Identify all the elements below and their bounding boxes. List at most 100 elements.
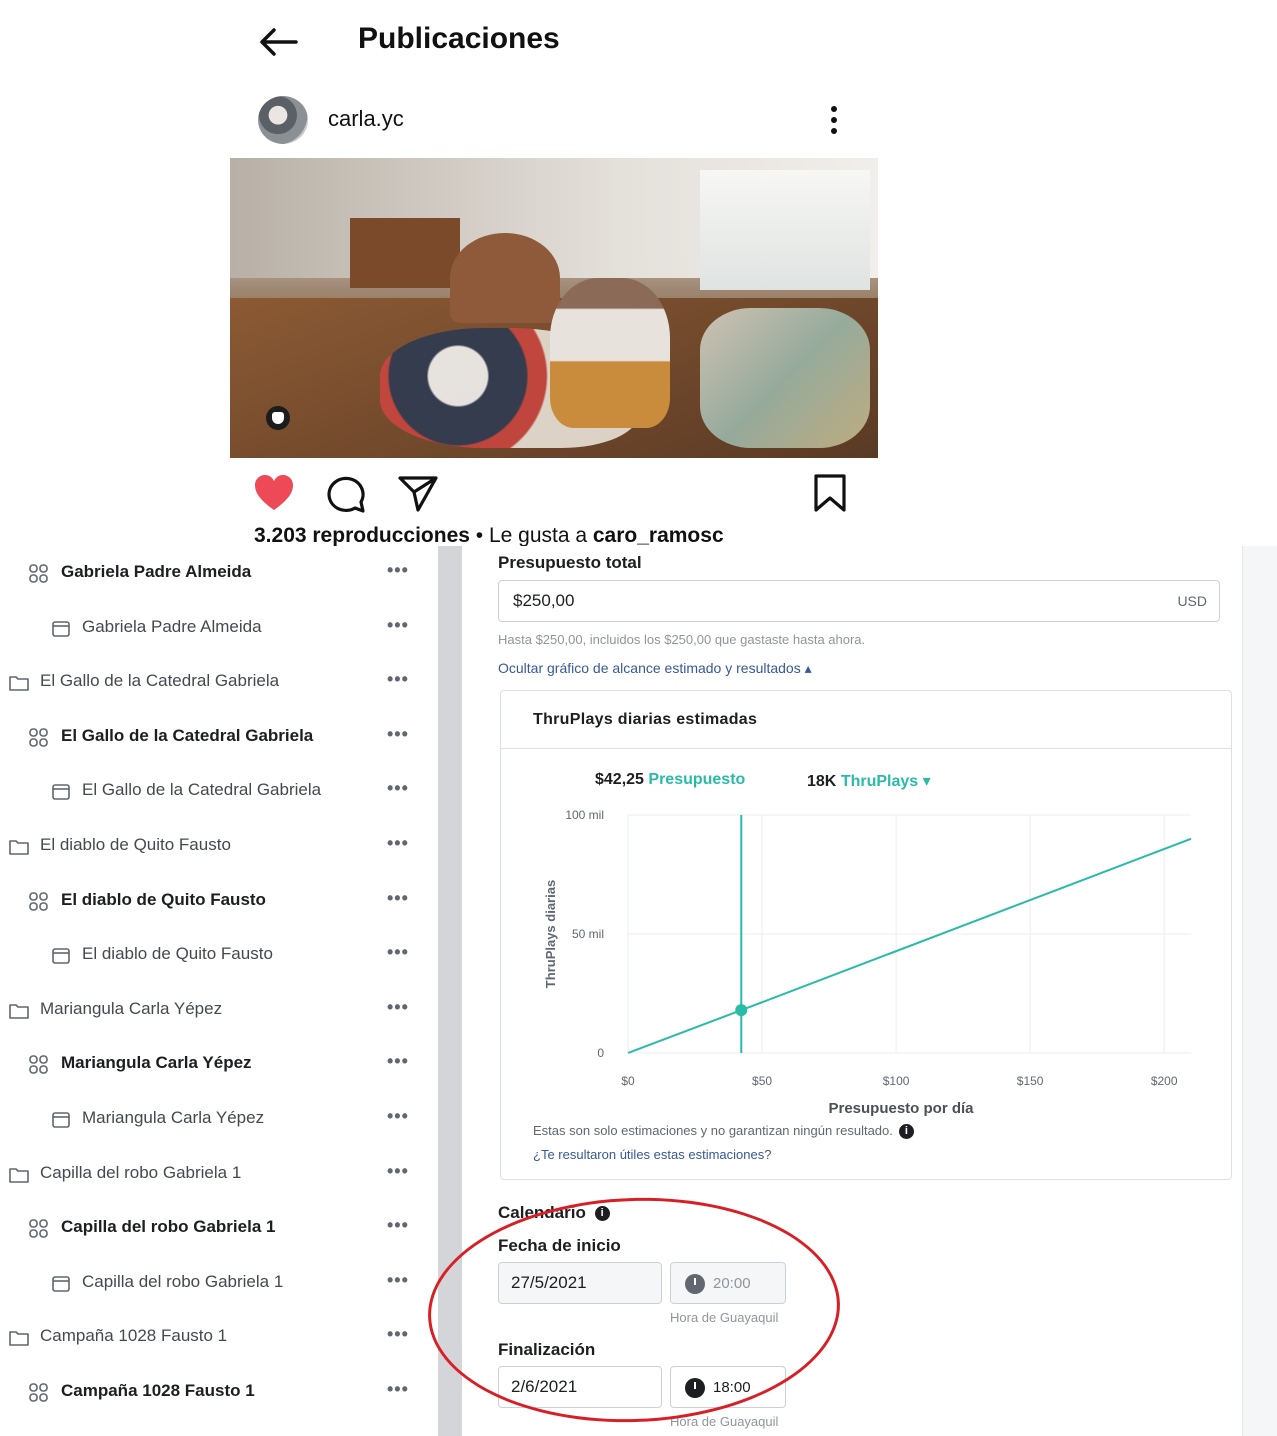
schedule-info-icon[interactable]: i (594, 1206, 610, 1222)
x-tick-label: $0 (621, 1074, 635, 1088)
more-options-button[interactable]: ••• (387, 1379, 409, 1400)
bookmark-icon[interactable] (808, 472, 852, 514)
tree-item-label: Capilla del robo Gabriela 1 (82, 1271, 284, 1291)
x-axis-title: Presupuesto por día (828, 1100, 974, 1117)
legend-results-value: 18K (807, 773, 837, 790)
x-tick-label: $50 (752, 1074, 772, 1088)
more-options-button[interactable]: ••• (387, 997, 409, 1018)
start-date-input[interactable]: 27/5/2021 (498, 1262, 662, 1304)
start-date-label: Fecha de inicio (498, 1236, 621, 1255)
more-options-button[interactable]: ••• (387, 1161, 409, 1182)
tree-item-label: El diablo de Quito Fausto (61, 889, 266, 909)
y-tick-label: 0 (597, 1046, 604, 1060)
more-options-button[interactable]: ••• (387, 942, 409, 963)
more-options-button[interactable]: ••• (387, 1215, 409, 1236)
estimate-card-title: ThruPlays diarias estimadas (533, 711, 758, 728)
budget-value: $250,00 (513, 591, 575, 610)
more-options-button[interactable]: ••• (387, 1051, 409, 1072)
legend-results[interactable]: 18K ThruPlays ▾ (807, 771, 931, 791)
legend-budget: $42,25 Presupuesto (595, 771, 745, 789)
share-icon[interactable] (396, 472, 440, 514)
tree-item-campaign[interactable]: Mariangula Carla Yépez ••• (0, 983, 438, 1037)
more-options-button[interactable]: ••• (387, 888, 409, 909)
clock-icon (685, 1378, 705, 1398)
avatar[interactable] (258, 96, 308, 144)
tree-item-ad[interactable]: Capilla del robo Gabriela 1 ••• (0, 1256, 438, 1310)
tree-item-adset[interactable]: Gabriela Padre Almeida ••• (0, 546, 438, 600)
budget-marker-point (735, 1004, 748, 1017)
more-options-button[interactable]: ••• (387, 1106, 409, 1127)
budget-input[interactable]: $250,00 USD (498, 580, 1220, 622)
username[interactable]: carla.yc (328, 106, 404, 132)
more-vertical-icon[interactable] (822, 100, 846, 140)
post-actions (230, 468, 878, 516)
views-count: 3.203 reproducciones (254, 524, 470, 547)
ad-icon (52, 784, 70, 801)
tree-item-ad[interactable]: El diablo de Quito Fausto ••• (0, 928, 438, 982)
y-axis-title: ThruPlays diarias (543, 880, 558, 988)
folder-icon (9, 1331, 29, 1347)
post-video[interactable] (230, 158, 878, 458)
post-author-row: carla.yc (230, 92, 878, 148)
mute-icon[interactable] (266, 406, 290, 430)
folder-icon (9, 676, 29, 691)
tree-item-label: El Gallo de la Catedral Gabriela (61, 725, 314, 745)
folder-icon (9, 1003, 29, 1019)
more-options-button[interactable]: ••• (387, 1324, 409, 1345)
estimate-card-header: ThruPlays diarias estimadas (501, 691, 1231, 749)
start-time-value: 20:00 (713, 1275, 751, 1292)
back-arrow-icon[interactable] (256, 22, 300, 62)
more-options-button[interactable]: ••• (387, 669, 409, 690)
tree-item-ad[interactable]: Gabriela Padre Almeida ••• (0, 601, 438, 655)
grid-icon (29, 1055, 48, 1075)
end-date-label: Finalización (498, 1340, 596, 1359)
end-timezone: Hora de Guayaquil (670, 1414, 779, 1429)
tree-item-label: Capilla del robo Gabriela 1 (40, 1162, 242, 1182)
results-metric-dropdown[interactable]: ThruPlays ▾ (841, 773, 931, 790)
more-options-button[interactable]: ••• (387, 724, 409, 745)
tree-item-campaign[interactable]: Capilla del robo Gabriela 1 ••• (0, 1147, 438, 1201)
tree-item-adset[interactable]: Campaña 1028 Fausto 1 ••• (0, 1365, 438, 1419)
info-icon[interactable]: i (898, 1124, 914, 1140)
comment-icon[interactable] (324, 472, 368, 514)
heart-icon[interactable] (252, 472, 296, 514)
folder-icon (9, 840, 29, 855)
feedback-link[interactable]: ¿Te resultaron útiles estas estimaciones… (533, 1147, 771, 1162)
start-time-input[interactable]: 20:00 (670, 1262, 786, 1304)
x-tick-label: $100 (883, 1074, 910, 1088)
end-date-value: 2/6/2021 (511, 1377, 578, 1396)
tree-item-adset[interactable]: Mariangula Carla Yépez ••• (0, 1037, 438, 1091)
grid-icon (29, 1383, 48, 1402)
more-options-button[interactable]: ••• (387, 560, 409, 581)
tree-item-ad[interactable]: Mariangula Carla Yépez ••• (0, 1092, 438, 1146)
tree-item-adset[interactable]: El Gallo de la Catedral Gabriela ••• (0, 710, 438, 764)
ad-icon (52, 620, 70, 637)
start-timezone: Hora de Guayaquil (670, 1310, 779, 1325)
tree-item-campaign[interactable]: El Gallo de la Catedral Gabriela ••• (0, 655, 438, 709)
panel-divider[interactable] (438, 546, 462, 1436)
end-time-input[interactable]: 18:00 (670, 1366, 786, 1408)
liked-by-user[interactable]: caro_ramosc (593, 524, 724, 547)
x-tick-label: $200 (1151, 1074, 1178, 1088)
tree-item-ad[interactable]: El Gallo de la Catedral Gabriela ••• (0, 764, 438, 818)
toggle-estimate-chart-link[interactable]: Ocultar gráfico de alcance estimado y re… (498, 660, 812, 677)
panel-scroll-edge[interactable] (1242, 546, 1277, 1436)
more-options-button[interactable]: ••• (387, 833, 409, 854)
end-date-input[interactable]: 2/6/2021 (498, 1366, 662, 1408)
post-header: Publicaciones (230, 0, 878, 82)
liked-by-prefix: • Le gusta a (469, 524, 593, 547)
more-options-button[interactable]: ••• (387, 1270, 409, 1291)
campaign-tree: Gabriela Padre Almeida ••• Gabriela Padre … (0, 546, 438, 1436)
tree-item-label: Campaña 1028 Fausto 1 (61, 1381, 255, 1400)
tree-item-label: El Gallo de la Catedral Gabriela (82, 780, 322, 800)
tree-item-adset[interactable]: El diablo de Quito Fausto ••• (0, 874, 438, 928)
more-options-button[interactable]: ••• (387, 615, 409, 636)
more-options-button[interactable]: ••• (387, 778, 409, 799)
tree-item-label: Mariangula Carla Yépez (61, 1053, 252, 1073)
tree-item-campaign[interactable]: Campaña 1028 Fausto 1 ••• (0, 1310, 438, 1364)
tree-item-adset[interactable]: Capilla del robo Gabriela 1 ••• (0, 1201, 438, 1255)
tree-item-campaign[interactable]: El diablo de Quito Fausto ••• (0, 819, 438, 873)
grid-icon (29, 891, 48, 911)
y-tick-label: 50 mil (572, 927, 604, 941)
ad-icon (52, 948, 70, 964)
